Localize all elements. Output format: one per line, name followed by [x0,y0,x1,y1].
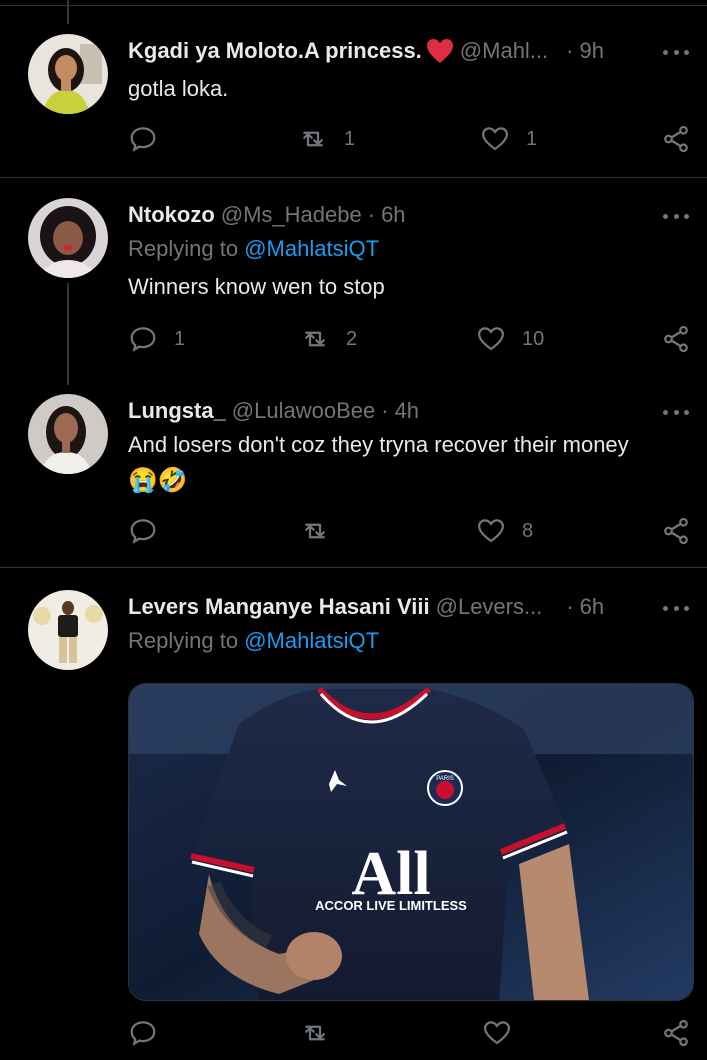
tweet-actions [128,1018,693,1050]
avatar[interactable] [28,590,108,670]
handle[interactable]: @LulawooBee [232,398,375,424]
tweet-header: Levers Manganye Hasani Viii @Levers... ·… [128,592,604,622]
display-name[interactable]: Lungsta_ [128,398,226,424]
avatar-photo [28,198,108,278]
reply-icon [130,327,156,352]
reply-icon [130,1021,156,1046]
reply-button[interactable]: 1 [128,324,185,354]
handle[interactable]: @Ms_Hadebe [221,202,362,228]
heart-icon [483,1021,511,1045]
display-name[interactable]: Kgadi ya Moloto.A princess. [128,38,422,64]
share-button[interactable] [661,124,691,154]
heart-icon [481,127,509,151]
display-name[interactable]: Ntokozo [128,202,215,228]
like-button[interactable]: 1 [480,124,537,154]
tweet-actions: 8 [128,516,693,548]
retweet-icon [305,331,325,347]
reply-button[interactable] [128,1018,158,1048]
like-count: 10 [522,327,545,350]
retweet-icon [303,131,323,147]
timestamp[interactable]: 9h [579,38,603,64]
replying-to: Replying to @MahlatsiQT [128,236,379,262]
more-options-icon[interactable] [663,402,689,422]
avatar[interactable] [28,198,108,278]
replying-prefix: Replying to [128,628,239,653]
tweet-actions: 1 2 10 [128,324,693,356]
tweet-header: Lungsta_ @LulawooBee · 4h [128,396,419,426]
reply-icon [130,127,156,152]
timestamp[interactable]: 4h [395,398,419,424]
heart-icon [477,327,505,351]
share-icon [664,325,688,353]
heart-emoji-icon [426,39,453,63]
like-button[interactable]: 10 [476,324,544,354]
jersey-sponsor-text: ACCOR LIVE LIMITLESS [315,898,467,913]
reply-count: 1 [174,327,186,350]
share-button[interactable] [661,324,691,354]
tweet[interactable]: Kgadi ya Moloto.A princess. @Mahl... · 9… [0,34,707,174]
share-icon [664,1019,688,1047]
replying-to-link[interactable]: @MahlatsiQT [244,628,379,653]
replying-prefix: Replying to [128,236,239,261]
jersey-photo: PARIS All ACCOR LIVE LIMITLESS [129,684,693,1000]
tweet-text: gotla loka. [128,76,229,101]
thread-line-top [67,0,69,24]
share-button[interactable] [661,1018,691,1048]
more-options-icon[interactable] [663,42,689,62]
more-options-icon[interactable] [663,206,689,226]
display-name[interactable]: Levers Manganye Hasani Viii [128,594,430,620]
badge-text: PARIS [436,776,454,782]
reply-button[interactable] [128,124,174,154]
like-button[interactable]: 8 [476,516,533,546]
tweet[interactable]: Ntokozo @Ms_Hadebe · 6h Replying to @Mah… [0,198,707,368]
timestamp[interactable]: 6h [580,594,604,620]
handle[interactable]: @Mahl... [460,38,548,64]
avatar-photo [28,394,108,474]
share-icon [664,517,688,545]
retweet-button[interactable] [300,1018,330,1048]
timestamp[interactable]: 6h [381,202,405,228]
separator-dot: · [367,202,376,227]
tweet-media-image[interactable]: PARIS All ACCOR LIVE LIMITLESS [128,683,694,1001]
divider [0,567,707,568]
separator-dot: · [566,594,574,619]
tweet-actions: 1 1 [128,124,693,156]
avatar-photo [28,590,108,670]
retweet-count: 2 [346,327,358,350]
retweet-count: 1 [344,127,356,150]
retweet-icon [305,1025,325,1041]
retweet-button[interactable] [300,516,346,546]
retweet-icon [305,523,325,539]
tweet-text: And losers don't coz they tryna recover … [128,432,629,457]
share-icon [664,125,688,153]
like-count: 8 [522,519,534,542]
retweet-button[interactable]: 1 [298,124,355,154]
replying-to: Replying to @MahlatsiQT [128,628,379,654]
reply-button[interactable] [128,516,174,546]
heart-icon [477,519,505,543]
tweet-header: Kgadi ya Moloto.A princess. @Mahl... · 9… [128,36,604,66]
handle[interactable]: @Levers... [436,594,543,620]
tweet-text: Winners know wen to stop [128,274,385,299]
share-button[interactable] [661,516,691,546]
retweet-button[interactable]: 2 [300,324,357,354]
tweet-header: Ntokozo @Ms_Hadebe · 6h [128,200,406,230]
reply-icon [130,519,156,544]
avatar-photo [28,34,108,114]
divider [0,177,707,178]
separator-dot: · [566,38,574,63]
like-button[interactable] [482,1018,512,1048]
separator-dot: · [381,398,389,423]
tweet-emojis: 😭🤣 [128,467,188,494]
avatar[interactable] [28,34,108,114]
replying-to-link[interactable]: @MahlatsiQT [244,236,379,261]
avatar[interactable] [28,394,108,474]
more-options-icon[interactable] [663,598,689,618]
tweet[interactable]: Lungsta_ @LulawooBee · 4h And losers don… [0,394,707,564]
like-count: 1 [526,127,538,150]
divider [0,5,707,6]
